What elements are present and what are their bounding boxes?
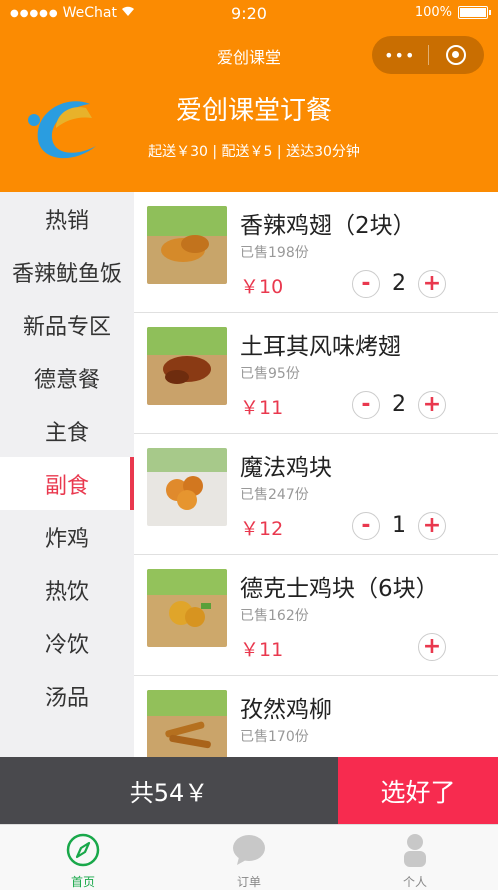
increase-button[interactable]: + [418, 391, 446, 419]
food-image [147, 448, 227, 526]
category-item-squid-rice[interactable]: 香辣鱿鱼饭 [0, 245, 134, 298]
food-sold-count: 已售170份 [240, 729, 309, 745]
tab-profile[interactable]: 个人 [332, 825, 498, 890]
store-delivery-info: 起送￥30 | 配送￥5 | 送达30分钟 [148, 144, 360, 160]
food-sold-count: 已售198份 [240, 245, 309, 261]
category-item-hot[interactable]: 热销 [0, 192, 134, 245]
category-label: 副食 [44, 473, 89, 499]
battery-icon [458, 6, 491, 19]
category-item-deyi[interactable]: 德意餐 [0, 351, 134, 404]
category-item-hot-drinks[interactable]: 热饮 [0, 563, 134, 616]
store-title: 爱创课堂订餐 [175, 96, 332, 126]
category-label: 德意餐 [33, 367, 100, 393]
food-item[interactable]: 香辣鸡翅（2块） 已售198份 ￥10 - 2 + [134, 192, 498, 313]
chat-bubble-icon [231, 833, 267, 871]
food-price: ￥10 [240, 276, 284, 298]
food-image [147, 327, 227, 405]
decrease-button[interactable]: - [352, 512, 380, 540]
close-circle-icon[interactable] [429, 45, 485, 65]
tab-orders[interactable]: 订单 [166, 825, 332, 890]
food-name: 香辣鸡翅（2块） [240, 213, 416, 239]
category-sidebar: 热销 香辣鱿鱼饭 新品专区 德意餐 主食 副食 炸鸡 热饮 冷饮 汤品 [0, 192, 134, 757]
category-item-cold-drinks[interactable]: 冷饮 [0, 616, 134, 669]
decrease-button[interactable]: - [352, 270, 380, 298]
category-item-side[interactable]: 副食 [0, 457, 134, 510]
food-name: 孜然鸡柳 [240, 697, 332, 723]
category-item-staple[interactable]: 主食 [0, 404, 134, 457]
food-quantity: 2 [392, 392, 406, 417]
checkout-button[interactable]: 选好了 [338, 757, 498, 824]
food-price: ￥12 [240, 518, 284, 540]
decrease-button[interactable]: - [352, 391, 380, 419]
food-name: 土耳其风味烤翅 [240, 334, 401, 360]
tab-bar: 首页 订单 个人 [0, 824, 498, 890]
food-list[interactable]: 香辣鸡翅（2块） 已售198份 ￥10 - 2 + 土耳其风味烤翅 已售95份 … [134, 192, 498, 757]
status-bar: ●●●●● WeChat 9:20 100% [0, 0, 498, 28]
category-label: 热销 [44, 208, 89, 234]
person-icon [400, 833, 430, 871]
more-dots-icon[interactable]: ••• [372, 46, 428, 65]
category-label: 香辣鱿鱼饭 [11, 261, 122, 287]
category-label: 热饮 [44, 579, 89, 605]
tab-home[interactable]: 首页 [0, 825, 166, 890]
category-item-soup[interactable]: 汤品 [0, 669, 134, 722]
food-quantity: 1 [392, 513, 406, 538]
food-image [147, 569, 227, 647]
food-name: 德克士鸡块（6块） [240, 576, 439, 602]
tab-label: 首页 [70, 875, 95, 889]
cart-total: 共54￥ [0, 757, 338, 824]
food-sold-count: 已售95份 [240, 366, 300, 382]
cart-bar: 共54￥ 选好了 [0, 757, 498, 824]
tab-label: 个人 [402, 875, 427, 889]
increase-button[interactable]: + [418, 270, 446, 298]
category-label: 汤品 [44, 685, 89, 711]
category-item-fried-chicken[interactable]: 炸鸡 [0, 510, 134, 563]
food-sold-count: 已售247份 [240, 487, 309, 503]
compass-icon [66, 833, 100, 871]
category-label: 炸鸡 [44, 526, 89, 552]
tab-label: 订单 [236, 875, 261, 889]
food-item[interactable]: 魔法鸡块 已售247份 ￥12 - 1 + [134, 434, 498, 555]
increase-button[interactable]: + [418, 512, 446, 540]
food-item[interactable]: 孜然鸡柳 已售170份 [134, 676, 498, 757]
category-label: 新品专区 [22, 314, 111, 340]
capsule-menu: ••• [372, 36, 484, 74]
increase-button[interactable]: + [418, 633, 446, 661]
store-header: ●●●●● WeChat 9:20 100% 爱创课堂 ••• 爱创课堂订餐 起… [0, 0, 498, 192]
category-label: 主食 [44, 420, 89, 446]
battery-percent: 100% [414, 5, 452, 20]
food-item[interactable]: 德克士鸡块（6块） 已售162份 ￥11 + [134, 555, 498, 676]
food-price: ￥11 [240, 639, 284, 661]
food-sold-count: 已售162份 [240, 608, 309, 624]
category-label: 冷饮 [44, 632, 89, 658]
food-image [147, 690, 227, 757]
food-image [147, 206, 227, 284]
category-item-new[interactable]: 新品专区 [0, 298, 134, 351]
food-name: 魔法鸡块 [240, 455, 332, 481]
food-item[interactable]: 土耳其风味烤翅 已售95份 ￥11 - 2 + [134, 313, 498, 434]
food-price: ￥11 [240, 397, 284, 419]
food-quantity: 2 [392, 271, 406, 296]
